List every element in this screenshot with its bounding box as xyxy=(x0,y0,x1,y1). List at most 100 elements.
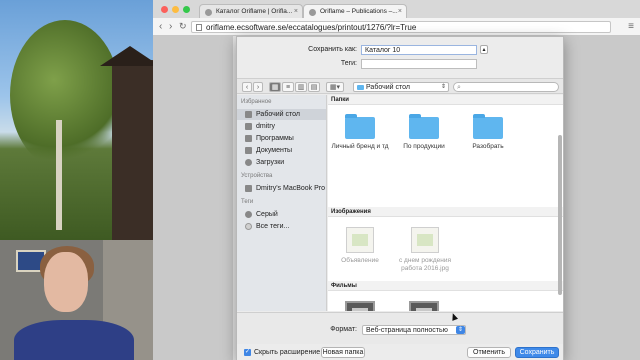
tab-close-icon[interactable]: × xyxy=(398,8,402,15)
sidebar-item-desktop[interactable]: Рабочий стол xyxy=(237,109,326,120)
reload-icon[interactable]: ↻ xyxy=(179,21,187,32)
folders-section-header: Папки xyxy=(328,95,563,105)
menu-icon[interactable]: ≡ xyxy=(628,21,634,32)
sidebar-item-label: Рабочий стол xyxy=(256,111,300,118)
save-as-input[interactable]: Каталог 10 xyxy=(361,45,477,55)
tags-input[interactable] xyxy=(361,59,477,69)
expand-dialog-button[interactable]: ▴ xyxy=(480,45,488,54)
image-thumbnail-icon xyxy=(346,227,374,253)
icon-view-icon[interactable]: ▦ xyxy=(269,82,281,92)
close-window-button[interactable] xyxy=(161,6,168,13)
image-file-item[interactable]: с днем рождения работа 2016.jpg xyxy=(390,227,460,273)
desktop-icon xyxy=(245,111,252,118)
chevron-updown-icon: ⇕ xyxy=(440,84,446,90)
sidebar-item-applications[interactable]: Программы xyxy=(237,133,326,144)
search-icon: ⌕ xyxy=(457,84,461,91)
image-file-label: Объявление xyxy=(341,257,379,264)
forward-arrow-icon[interactable]: › xyxy=(169,21,172,32)
forward-icon[interactable]: › xyxy=(253,82,263,92)
folder-item[interactable]: Разобрать xyxy=(458,114,518,151)
back-icon[interactable]: ‹ xyxy=(242,82,252,92)
sidebar-tags-header: Теги xyxy=(241,199,254,205)
file-browser: Папки Личный бренд и тд По продукции Раз… xyxy=(328,95,563,311)
sidebar-item-label: Загрузки xyxy=(256,159,285,166)
webcam-person-face xyxy=(44,252,88,312)
hide-extension-label: Скрыть расширение xyxy=(254,349,321,356)
sidebar-item-label: Все теги... xyxy=(256,223,290,230)
folder-icon xyxy=(473,114,503,139)
location-select[interactable]: Рабочий стол ⇕ xyxy=(353,82,449,92)
tab-label: Каталог Oriflame | Orifla... xyxy=(216,8,293,15)
list-view-icon[interactable]: ≡ xyxy=(282,82,294,92)
arrange-icon[interactable]: ▦▾ xyxy=(326,82,344,92)
tree-image xyxy=(10,20,120,170)
sidebar-devices-header: Устройства xyxy=(241,173,273,179)
column-view-icon[interactable]: ▥ xyxy=(295,82,307,92)
format-label: Формат: xyxy=(330,326,357,333)
tab-bar: Каталог Oriflame | Orifla... × Oriflame … xyxy=(153,0,640,18)
format-value: Веб-страница полностью xyxy=(366,327,448,334)
save-as-label: Сохранить как: xyxy=(308,46,357,53)
save-button[interactable]: Сохранить xyxy=(515,347,559,358)
sidebar-item-tag-gray[interactable]: Серый xyxy=(237,209,326,220)
cover-flow-icon[interactable]: ▤ xyxy=(308,82,320,92)
image-file-item[interactable]: Объявление xyxy=(330,227,390,265)
folder-icon xyxy=(409,114,439,139)
chevron-updown-icon: ⇕ xyxy=(456,326,465,334)
tab-close-icon[interactable]: × xyxy=(294,8,298,15)
tab-favicon-icon xyxy=(309,9,316,16)
format-select[interactable]: Веб-страница полностью ⇕ xyxy=(362,325,466,335)
tree-trunk xyxy=(56,120,62,230)
tab-publications[interactable]: Oriflame – Publications –... × xyxy=(303,4,407,18)
folder-label: Разобрать xyxy=(472,143,504,150)
webcam-person-shirt xyxy=(14,320,134,360)
address-text: oriflame.ecsoftware.se/eccatalogues/prin… xyxy=(206,23,417,32)
images-section-header: Изображения xyxy=(328,207,563,217)
movie-thumbnail-icon xyxy=(409,301,439,311)
background-photo xyxy=(0,0,153,240)
search-input[interactable]: ⌕ xyxy=(453,82,559,92)
tab-label: Oriflame – Publications –... xyxy=(320,8,398,15)
laptop-icon xyxy=(245,185,252,192)
movie-file-item[interactable]: 222 xyxy=(394,301,454,311)
minimize-window-button[interactable] xyxy=(172,6,179,13)
sidebar-item-documents[interactable]: Документы xyxy=(237,145,326,156)
image-file-label: с днем рождения работа 2016.jpg xyxy=(399,257,451,272)
scrollbar[interactable] xyxy=(558,135,562,295)
hide-extension-checkbox[interactable]: ✓ xyxy=(244,349,251,356)
sidebar: Избранное Рабочий стол dmitry Программы … xyxy=(237,95,327,311)
dialog-toolbar: ‹ › ▦ ≡ ▥ ▤ ▦▾ Рабочий стол ⇕ ⌕ xyxy=(237,78,563,94)
back-arrow-icon[interactable]: ‹ xyxy=(159,21,162,32)
folder-icon xyxy=(357,85,364,90)
tab-catalog[interactable]: Каталог Oriflame | Orifla... × xyxy=(199,4,303,18)
sidebar-item-label: Серый xyxy=(256,211,278,218)
movie-file-item[interactable]: 111 xyxy=(330,301,390,311)
sidebar-item-macbook[interactable]: Dmitry's MacBook Pro xyxy=(237,183,326,194)
folder-label: По продукции xyxy=(403,143,445,150)
sidebar-item-all-tags[interactable]: Все теги... xyxy=(237,221,326,232)
location-text: Рабочий стол xyxy=(366,84,410,91)
sidebar-item-label: dmitry xyxy=(256,123,276,130)
sidebar-item-downloads[interactable]: Загрузки xyxy=(237,157,326,168)
image-thumbnail-icon xyxy=(411,227,439,253)
tag-dot-icon xyxy=(245,223,252,230)
sidebar-item-home[interactable]: dmitry xyxy=(237,121,326,132)
page-icon xyxy=(196,24,202,31)
home-icon xyxy=(245,123,252,130)
tab-favicon-icon xyxy=(205,9,212,16)
new-folder-button[interactable]: Новая папка xyxy=(321,347,365,358)
folder-icon xyxy=(345,114,375,139)
folder-item[interactable]: Личный бренд и тд xyxy=(330,114,390,151)
tags-label: Теги: xyxy=(340,60,357,67)
dialog-footer: ✓ Скрыть расширение Новая папка Отменить… xyxy=(237,345,563,360)
zoom-window-button[interactable] xyxy=(183,6,190,13)
webcam-overlay xyxy=(0,240,153,360)
sidebar-item-label: Программы xyxy=(256,135,294,142)
cancel-button[interactable]: Отменить xyxy=(467,347,511,358)
applications-icon xyxy=(245,135,252,142)
downloads-icon xyxy=(245,159,252,166)
browser-toolbar: ‹ › ↻ oriflame.ecsoftware.se/eccatalogue… xyxy=(153,18,640,36)
movie-thumbnail-icon xyxy=(345,301,375,311)
folder-item[interactable]: По продукции xyxy=(394,114,454,151)
address-bar[interactable]: oriflame.ecsoftware.se/eccatalogues/prin… xyxy=(191,21,611,33)
